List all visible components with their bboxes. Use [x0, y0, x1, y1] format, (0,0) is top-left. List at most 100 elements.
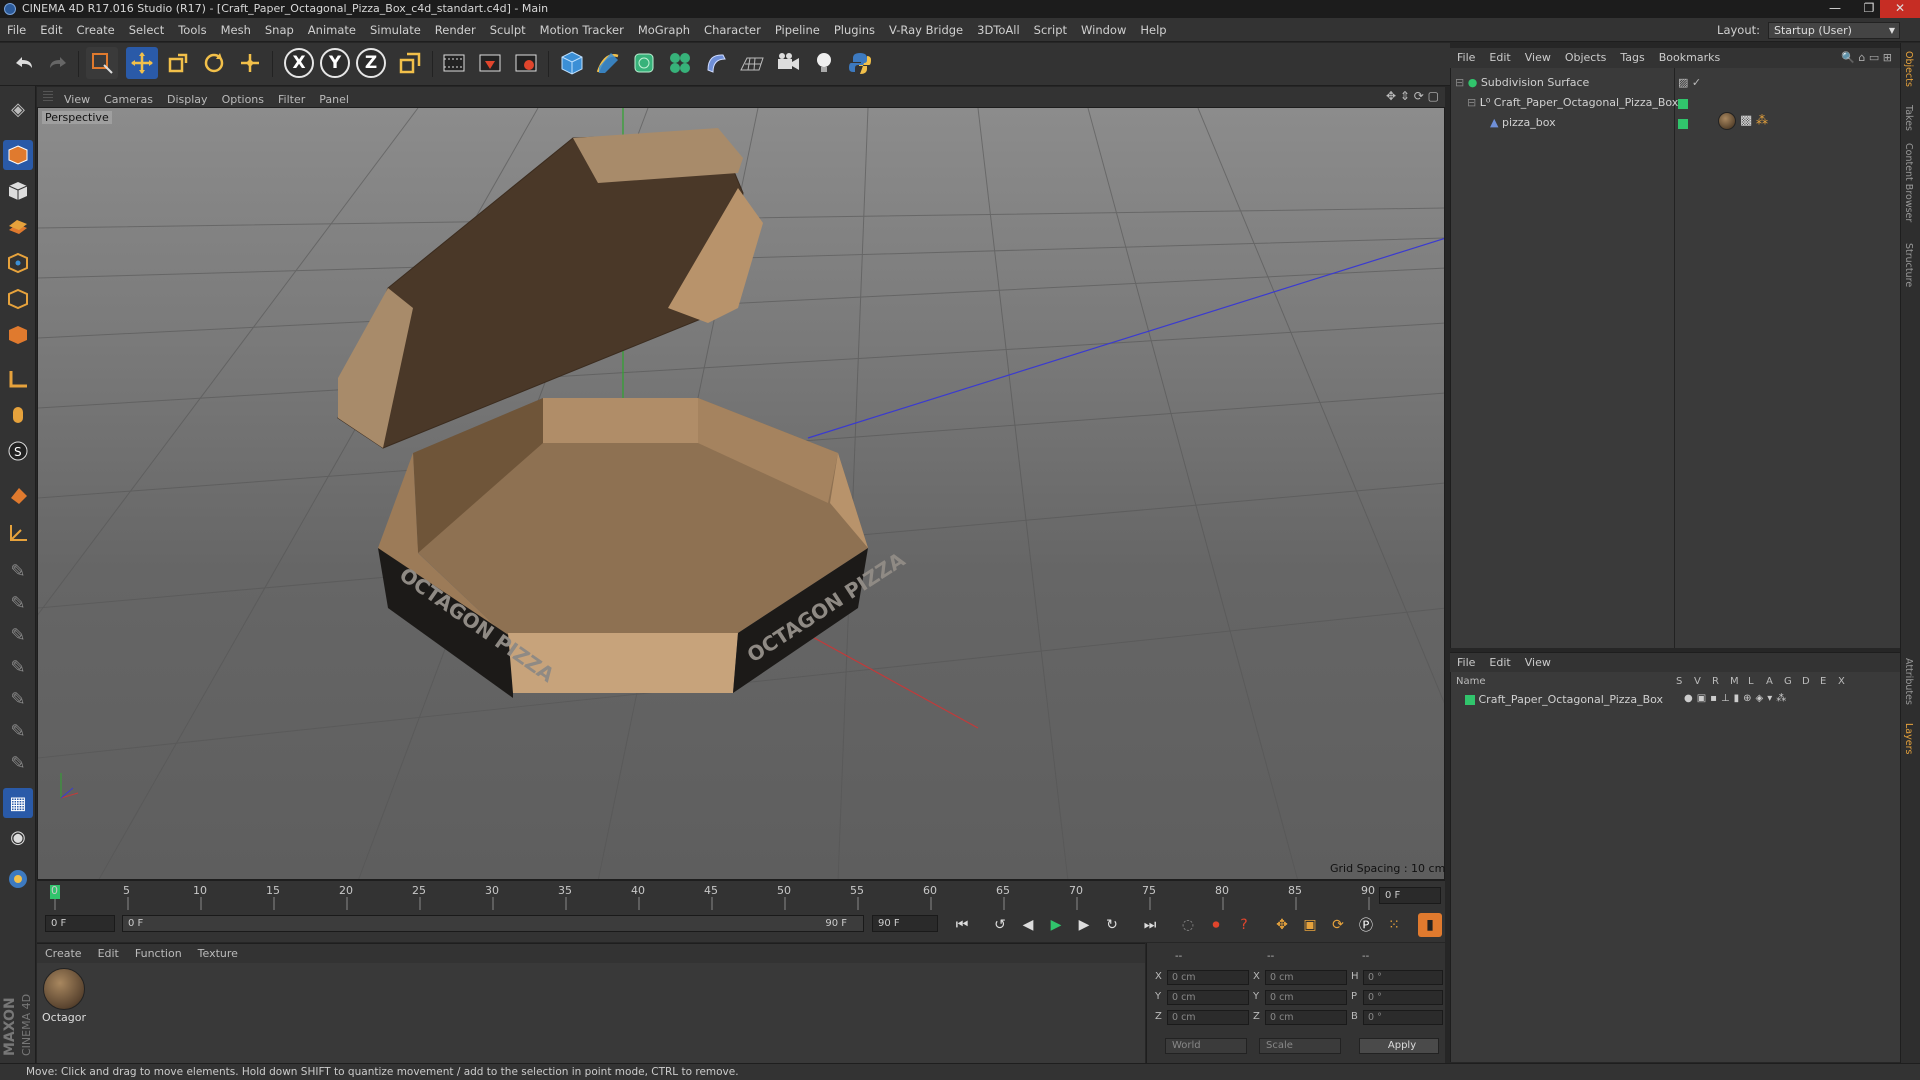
record-keys-icon[interactable]: ⏺	[1204, 913, 1228, 937]
layer-col-render[interactable]: R	[1712, 676, 1719, 687]
snap-magnet-icon[interactable]	[3, 480, 33, 510]
menu-render[interactable]: Render	[428, 18, 483, 42]
live-selection-icon[interactable]	[86, 47, 118, 79]
timeline-ruler[interactable]: 0 5 10 15 20 25 30 35 40 45 50 55 60 65 …	[37, 880, 1445, 911]
keyframe-selection-icon[interactable]: ◌	[1176, 913, 1200, 937]
menu-tools[interactable]: Tools	[171, 18, 213, 42]
move-tool-icon[interactable]	[126, 47, 158, 79]
layer-col-generators[interactable]: G	[1784, 676, 1792, 687]
cube-primitive-icon[interactable]	[556, 47, 588, 79]
sculpt-smooth-icon[interactable]: ✎	[3, 620, 33, 650]
menu-window[interactable]: Window	[1074, 18, 1133, 42]
pen-spline-icon[interactable]	[592, 47, 624, 79]
sculpt-flatten-icon[interactable]: ✎	[3, 684, 33, 714]
make-editable-icon[interactable]: ◈	[3, 94, 33, 124]
coordinate-space-dropdown[interactable]: World	[1165, 1038, 1247, 1054]
menu-plugins[interactable]: Plugins	[827, 18, 882, 42]
sculpt-inflate-icon[interactable]: ✎	[3, 652, 33, 682]
menu-sculpt[interactable]: Sculpt	[483, 18, 533, 42]
render-settings-icon[interactable]	[510, 47, 542, 79]
menu-animate[interactable]: Animate	[301, 18, 363, 42]
layer-col-name[interactable]: Name	[1456, 676, 1486, 687]
layer-menu-view[interactable]: View	[1518, 653, 1558, 673]
tab-content-browser[interactable]: Content Browser	[1903, 143, 1914, 222]
rotation-b-field[interactable]: 0 °	[1363, 1010, 1443, 1025]
material-name[interactable]: Octagor	[38, 1011, 90, 1024]
material-tag-icon[interactable]	[1718, 112, 1736, 130]
rotation-h-field[interactable]: 0 °	[1363, 970, 1443, 985]
layer-col-expressions[interactable]: E	[1820, 676, 1826, 687]
material-menu-function[interactable]: Function	[127, 944, 190, 964]
layer-col-solo[interactable]: S	[1676, 676, 1682, 687]
floor-icon[interactable]	[736, 47, 768, 79]
menu-select[interactable]: Select	[122, 18, 171, 42]
start-frame-field[interactable]: 0 F	[45, 915, 115, 932]
phong-tag-icon[interactable]: ⁂	[1756, 113, 1768, 127]
model-mode-icon[interactable]	[3, 140, 33, 170]
coordinate-system-icon[interactable]	[394, 47, 426, 79]
object-menu-file[interactable]: File	[1450, 48, 1482, 68]
light-icon[interactable]	[808, 47, 840, 79]
sculpt-brush-icon[interactable]: ✎	[3, 556, 33, 586]
minimize-button[interactable]: —	[1818, 0, 1852, 18]
menu-simulate[interactable]: Simulate	[363, 18, 428, 42]
position-x-field[interactable]: 0 cm	[1167, 970, 1249, 985]
rotate-tool-icon[interactable]	[198, 47, 230, 79]
menu-vray-bridge[interactable]: V-Ray Bridge	[882, 18, 970, 42]
coordinate-mode-dropdown[interactable]: Scale	[1259, 1038, 1341, 1054]
grid-snap-icon[interactable]: ▦	[3, 788, 33, 818]
undo-icon[interactable]	[8, 47, 40, 79]
solo-mode-icon[interactable]: S	[3, 436, 33, 466]
subdivision-surface-icon[interactable]	[628, 47, 660, 79]
key-parameter-icon[interactable]: Ⓟ	[1354, 913, 1378, 937]
layer-color-swatch[interactable]	[1678, 117, 1688, 130]
axis-mode-icon[interactable]	[3, 364, 33, 394]
material-menu-edit[interactable]: Edit	[90, 944, 127, 964]
menu-snap[interactable]: Snap	[258, 18, 301, 42]
layer-row[interactable]: Craft_Paper_Octagonal_Pizza_Box	[1465, 691, 1663, 709]
object-row[interactable]: ▲ pizza_box	[1490, 114, 1556, 132]
size-y-field[interactable]: 0 cm	[1265, 990, 1347, 1005]
python-icon[interactable]	[844, 47, 876, 79]
material-preview-swatch[interactable]	[43, 968, 85, 1010]
edges-mode-icon[interactable]	[3, 284, 33, 314]
y-axis-lock-button[interactable]: Y	[320, 48, 350, 78]
apply-button[interactable]: Apply	[1359, 1038, 1439, 1054]
play-icon[interactable]: ▶	[1044, 913, 1068, 937]
collapse-icon[interactable]: ⊟	[1467, 96, 1476, 109]
autokeying-icon[interactable]: ?	[1232, 913, 1256, 937]
material-menu-texture[interactable]: Texture	[190, 944, 246, 964]
layer-col-deformers[interactable]: D	[1802, 676, 1810, 687]
bodypaint-icon[interactable]: ◉	[3, 822, 33, 852]
key-rotation-icon[interactable]: ⟳	[1326, 913, 1350, 937]
tab-attributes[interactable]: Attributes	[1903, 658, 1914, 705]
menu-file[interactable]: File	[0, 18, 33, 42]
cloner-icon[interactable]	[664, 47, 696, 79]
object-menu-objects[interactable]: Objects	[1558, 48, 1614, 68]
z-axis-lock-button[interactable]: Z	[356, 48, 386, 78]
object-menu-bookmarks[interactable]: Bookmarks	[1652, 48, 1727, 68]
3d-viewport[interactable]: OCTAGON PIZZA OCTAGON PIZZA	[37, 107, 1445, 880]
next-frame-icon[interactable]: ▶	[1072, 913, 1096, 937]
sculpt-grab-icon[interactable]: ✎	[3, 716, 33, 746]
menu-mesh[interactable]: Mesh	[214, 18, 258, 42]
tab-takes[interactable]: Takes	[1903, 105, 1914, 131]
layer-col-view[interactable]: V	[1694, 676, 1701, 687]
object-visibility-flags[interactable]: ▨ ✓	[1678, 76, 1701, 89]
object-row[interactable]: ⊟ L⁰ Craft_Paper_Octagonal_Pizza_Box	[1467, 94, 1678, 112]
tab-layers[interactable]: Layers	[1903, 723, 1914, 754]
layer-flag-icons[interactable]: ●▣▪⊥▮⊕◈▾⁂	[1684, 693, 1790, 704]
goto-start-icon[interactable]: ⏮	[950, 913, 974, 937]
menu-3dtoall[interactable]: 3DToAll	[970, 18, 1027, 42]
redo-icon[interactable]	[42, 47, 74, 79]
end-frame-field[interactable]: 90 F	[872, 915, 938, 932]
workplane-mode-icon[interactable]	[3, 212, 33, 242]
timeline-layout-icon[interactable]: ▮	[1418, 913, 1442, 937]
rotation-p-field[interactable]: 0 °	[1363, 990, 1443, 1005]
key-position-icon[interactable]: ✥	[1270, 913, 1294, 937]
sculpt-knife-icon[interactable]: ✎	[3, 748, 33, 778]
object-row[interactable]: ⊟ ● Subdivision Surface	[1455, 74, 1589, 92]
menu-script[interactable]: Script	[1027, 18, 1074, 42]
size-x-field[interactable]: 0 cm	[1265, 970, 1347, 985]
layout-select[interactable]: Startup (User) ▼	[1768, 22, 1900, 39]
